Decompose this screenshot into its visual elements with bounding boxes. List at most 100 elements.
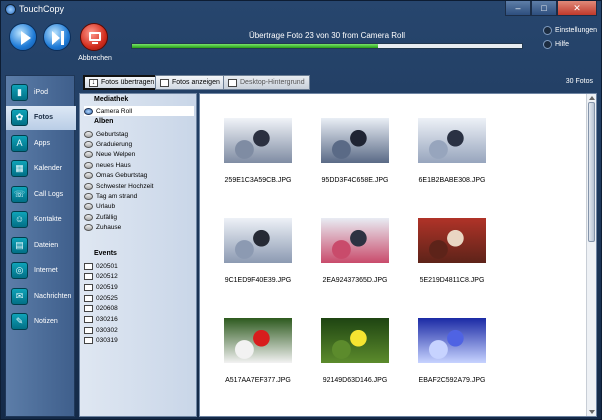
photo-thumbnail[interactable] xyxy=(224,318,292,363)
album-icon xyxy=(84,172,93,180)
photo-thumbnail[interactable] xyxy=(418,318,486,363)
library-header: Mediathek xyxy=(94,96,129,103)
maximize-button[interactable]: □ xyxy=(531,1,557,16)
photo-thumbnail[interactable] xyxy=(224,118,292,163)
photo-filename: 2EA92437365D.JPG xyxy=(322,277,388,284)
close-button[interactable]: ✕ xyxy=(557,1,597,16)
tree-item-album[interactable]: Schwester Hochzeit xyxy=(84,181,153,191)
events-header: Events xyxy=(94,250,117,257)
tree-item-album[interactable]: neues Haus xyxy=(84,160,131,170)
album-icon xyxy=(84,203,93,211)
sidebar-item-notizen[interactable]: ✎ Notizen xyxy=(6,310,76,334)
tree-item-event[interactable]: 030216 xyxy=(84,315,118,325)
event-icon xyxy=(84,262,93,270)
window-title: TouchCopy xyxy=(19,4,65,14)
photo-thumbnail[interactable] xyxy=(321,118,389,163)
photo-filename: 5E219D4811C8.JPG xyxy=(419,277,485,284)
transfer-photos-button[interactable]: ↓ Fotos übertragen xyxy=(83,75,161,90)
skip-forward-icon[interactable] xyxy=(43,23,71,51)
tree-item-label: Geburtstag xyxy=(96,130,129,138)
sidebar-item-apps[interactable]: A Apps xyxy=(6,131,76,155)
minimize-button[interactable]: – xyxy=(505,1,531,16)
sidebar-item-fotos[interactable]: ✿ Fotos xyxy=(6,105,76,130)
tree-item-label: Tag am strand xyxy=(96,192,138,200)
sidebar-item-label: Fotos xyxy=(34,114,54,121)
sidebar-item-label: Nachrichten xyxy=(34,292,72,300)
tree-item-album[interactable]: Urlaub xyxy=(84,202,115,212)
scroll-up-icon[interactable] xyxy=(589,96,595,100)
sidebar: ▮ iPod ✿ Fotos A Apps ▦ Kalender ☏ Call Logs ☺ Kont… xyxy=(5,75,76,417)
photo-thumbnail[interactable] xyxy=(321,218,389,263)
sidebar-item-internet[interactable]: ◎ Internet xyxy=(6,259,76,283)
photo-thumbnail[interactable] xyxy=(418,118,486,163)
sidebar-item-call-logs[interactable]: ☏ Call Logs xyxy=(6,182,76,206)
help-link[interactable]: Hilfe xyxy=(543,37,597,51)
tree-item-album[interactable]: Tag am strand xyxy=(84,191,137,201)
gallery-scrollbar[interactable] xyxy=(586,94,596,416)
photo-filename: 9C1ED9F40E39.JPG xyxy=(224,277,292,284)
tree-item-event[interactable]: 020501 xyxy=(84,261,118,271)
sidebar-item-nachrichten[interactable]: ✉ Nachrichten xyxy=(6,284,76,308)
tree-item-album[interactable]: Graduierung xyxy=(84,139,132,149)
settings-label: Einstellungen xyxy=(555,26,598,34)
tree-item-label: 030302 xyxy=(96,326,118,334)
photo-gallery: 259E1C3A59CB.JPG 95DD3F4C658E.JPG 6E1B2BAB… xyxy=(199,93,597,417)
event-icon xyxy=(84,326,93,334)
album-icon xyxy=(84,130,93,138)
tree-item-label: 020525 xyxy=(96,294,118,302)
tree-item-event[interactable]: 020519 xyxy=(84,282,118,292)
photo-filename: 259E1C3A59CB.JPG xyxy=(224,177,292,184)
photo-thumbnail[interactable] xyxy=(321,318,389,363)
content-toolbar: ↓ Fotos übertragen Fotos anzeigen Deskto… xyxy=(79,73,599,93)
tree-item-label: 030319 xyxy=(96,337,118,345)
apps-icon: A xyxy=(11,134,28,152)
tree-item-label: 020608 xyxy=(96,305,118,313)
album-icon xyxy=(84,151,93,159)
tree-item-album[interactable]: Neue Welpen xyxy=(84,150,135,160)
settings-link[interactable]: Einstellungen xyxy=(543,23,597,37)
monitor-icon xyxy=(89,32,101,41)
event-icon xyxy=(84,316,93,323)
sidebar-item-kontakte[interactable]: ☺ Kontakte xyxy=(6,208,76,232)
view-photos-button[interactable]: Fotos anzeigen xyxy=(155,75,225,90)
monitor-stand xyxy=(92,42,98,44)
tree-item-event[interactable]: 020525 xyxy=(84,293,118,303)
tree-item-label: Camera Roll xyxy=(96,107,133,115)
set-wallpaper-button[interactable]: Desktop-Hintergrund xyxy=(223,75,310,90)
play-icon[interactable] xyxy=(9,23,37,51)
event-icon xyxy=(84,337,93,345)
sidebar-item-ipod[interactable]: ▮ iPod xyxy=(6,80,76,104)
tree-item-camera-roll[interactable]: Camera Roll xyxy=(84,106,194,116)
album-icon xyxy=(84,140,93,148)
gear-icon xyxy=(543,25,552,35)
tree-item-label: neues Haus xyxy=(96,161,131,169)
tree-item-event[interactable]: 020512 xyxy=(84,272,118,282)
tree-item-label: 020501 xyxy=(96,262,118,270)
abort-button[interactable] xyxy=(80,23,108,51)
scroll-thumb[interactable] xyxy=(588,102,595,242)
photo-thumbnail[interactable] xyxy=(418,218,486,263)
sidebar-item-kalender[interactable]: ▦ Kalender xyxy=(6,157,76,181)
tree-item-event[interactable]: 020608 xyxy=(84,304,118,314)
top-right-menu: Einstellungen Hilfe xyxy=(543,23,597,51)
tree-item-label: Omas Geburtstag xyxy=(96,172,148,180)
sidebar-item-label: Apps xyxy=(34,139,50,147)
transfer-status: Übertrage Foto 23 von 30 from Camera Rol… xyxy=(248,31,406,40)
image-icon xyxy=(160,78,169,87)
tree-item-label: 030216 xyxy=(96,316,118,323)
sidebar-item-dateien[interactable]: ▤ Dateien xyxy=(6,233,76,257)
album-icon xyxy=(84,161,93,169)
tree-item-event[interactable]: 030319 xyxy=(84,336,118,346)
set-wallpaper-label: Desktop-Hintergrund xyxy=(240,79,305,86)
sidebar-item-label: Call Logs xyxy=(34,190,64,198)
tree-item-event[interactable]: 030302 xyxy=(84,325,118,335)
tree-item-album[interactable]: Zufällig xyxy=(84,212,117,222)
photo-thumbnail[interactable] xyxy=(224,218,292,263)
app-icon xyxy=(5,4,16,15)
progress-fill xyxy=(132,44,378,48)
scroll-down-icon[interactable] xyxy=(589,410,595,414)
tree-item-album[interactable]: Geburtstag xyxy=(84,129,128,139)
wallpaper-icon xyxy=(228,78,237,87)
tree-item-album[interactable]: Zuhause xyxy=(84,223,121,233)
tree-item-album[interactable]: Omas Geburtstag xyxy=(84,171,147,181)
